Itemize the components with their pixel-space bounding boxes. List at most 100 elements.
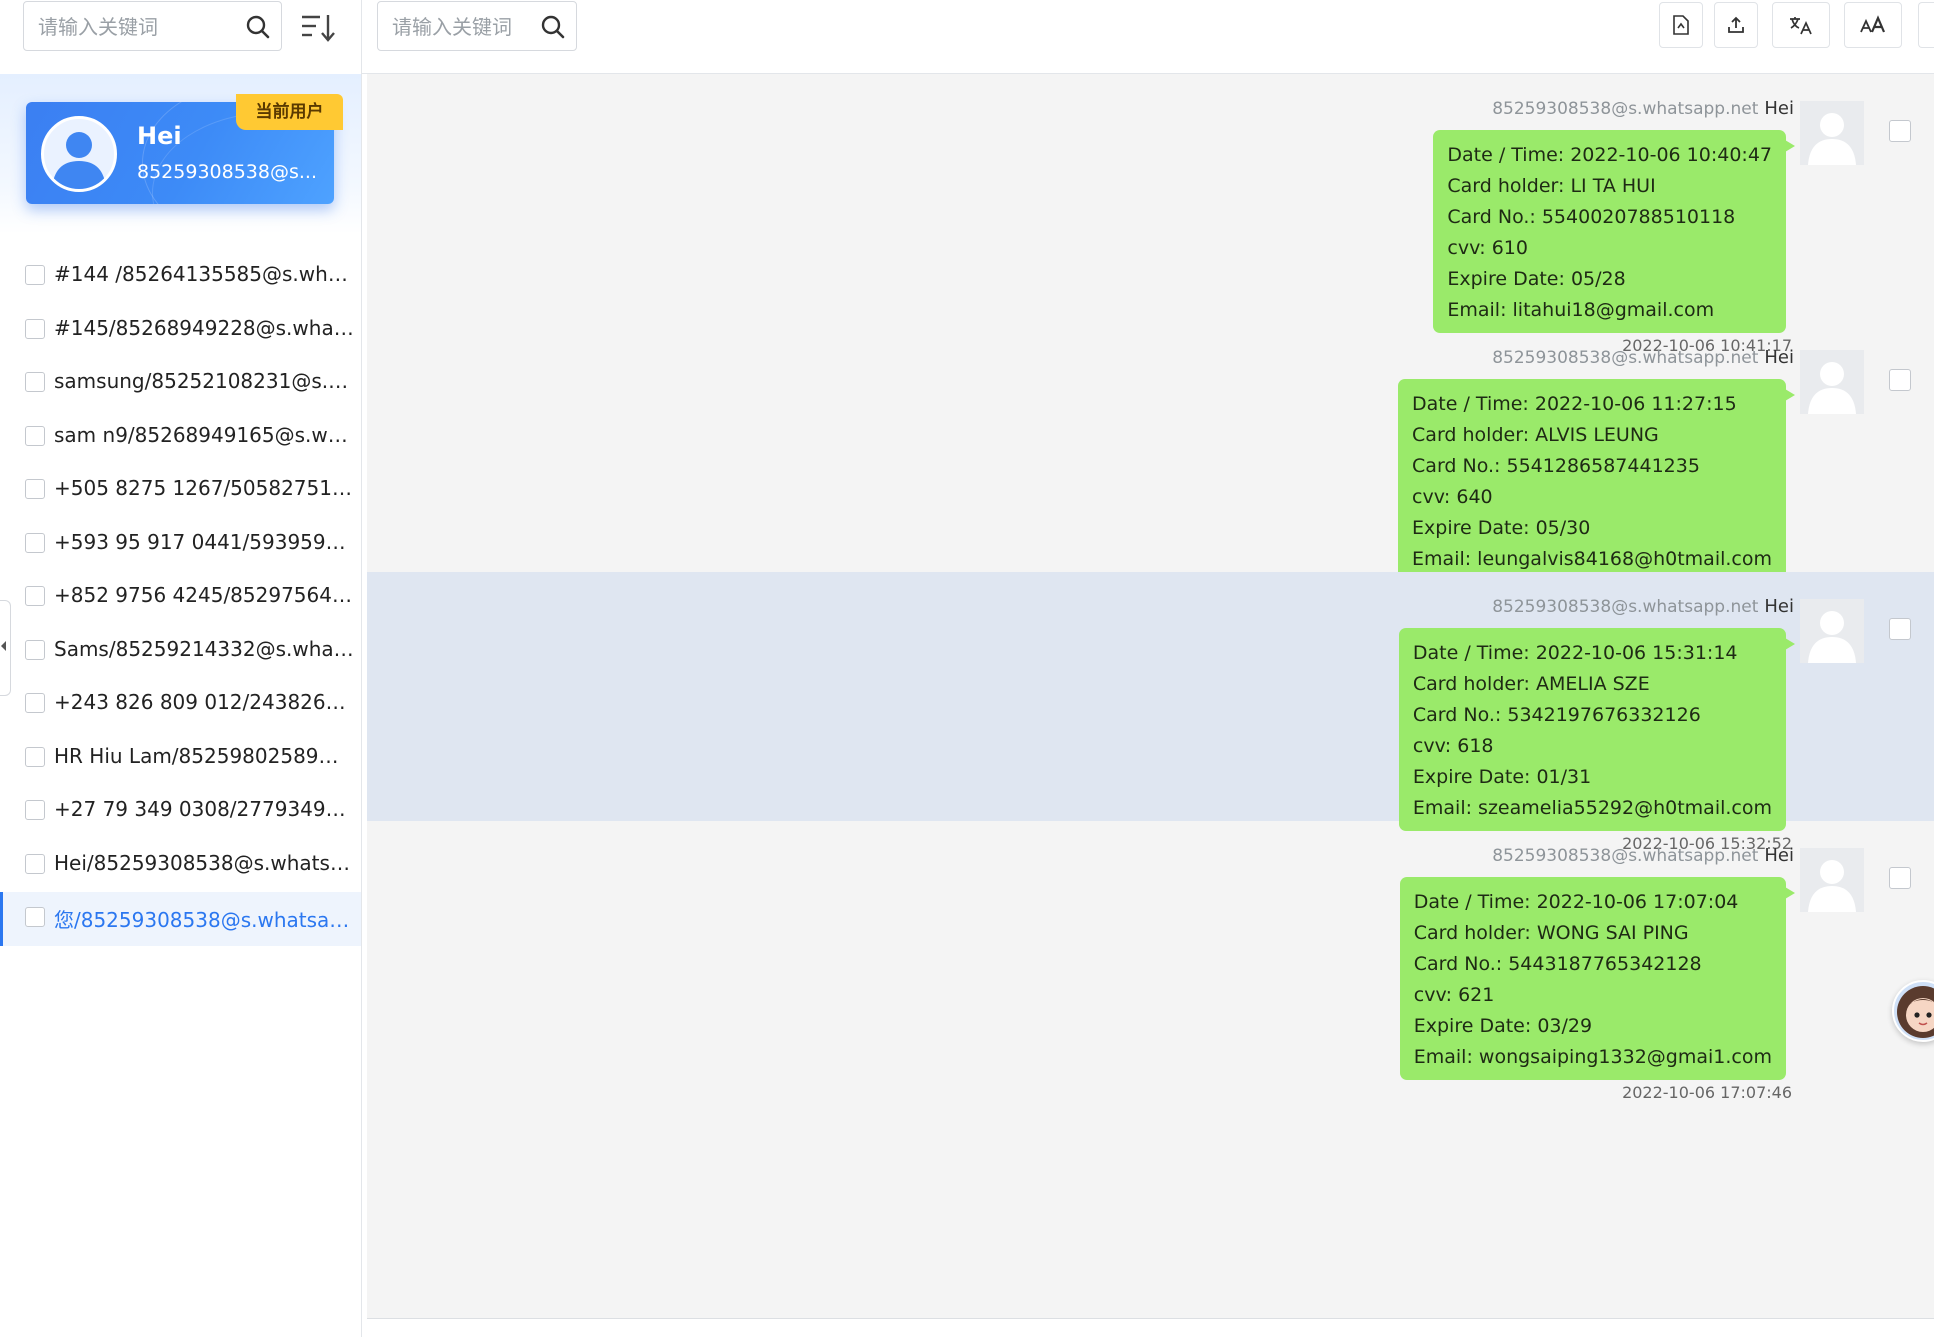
message-line: Card No.: 5342197676332126 <box>1412 704 1701 726</box>
sender-email: 85259308538@s.whatsapp.net <box>1492 348 1759 368</box>
text-size-button[interactable] <box>1844 2 1902 48</box>
message-line: Card holder: WONG SAI PING <box>1413 922 1689 944</box>
upload-icon <box>1728 16 1744 33</box>
message-checkbox[interactable] <box>1889 867 1911 889</box>
message-line: Card No.: 5541286587441235 <box>1412 455 1700 477</box>
contact-label: #145/85268949228@s.whatsapp.net <box>54 315 356 340</box>
message-bubble[interactable]: Date / Time: 2022-10-06 11:27:15 Card hol… <box>1398 379 1795 582</box>
contact-label: +852 9756 4245/85297564245@s.whatsapp.ne… <box>54 583 356 607</box>
contact-search-input[interactable] <box>36 2 240 52</box>
default-avatar-icon <box>1808 362 1856 414</box>
contact-checkbox[interactable] <box>25 639 45 660</box>
contact-item[interactable]: HR Hiu Lam/85259802589@s.whatsapp.net <box>0 732 361 786</box>
contact-checkbox[interactable] <box>25 746 45 767</box>
contact-checkbox[interactable] <box>25 372 45 392</box>
current-user-id: 85259308538@s... <box>137 161 317 183</box>
chevron-left-icon <box>1 641 6 651</box>
message-line: Card No.: 5443187765342128 <box>1413 953 1702 975</box>
message-line: Expire Date: 01/31 <box>1412 766 1592 788</box>
contact-label: sam n9/85268949165@s.whatsapp.net <box>54 422 356 447</box>
chat-message-area: 85259308538@s.whatsapp.net Hei Date / Time… <box>367 74 1934 1319</box>
contact-item[interactable]: samsung/85252108231@s.whatsapp.net <box>0 357 361 411</box>
message-line: Date / Time: 2022-10-06 10:40:47 <box>1447 144 1772 166</box>
message-sender: 85259308538@s.whatsapp.net Hei <box>1492 98 1794 119</box>
contact-item[interactable]: Hei/85259308538@s.whatsapp.net <box>0 839 361 893</box>
contact-item[interactable]: 您/85259308538@s.whatsapp.net <box>0 892 361 946</box>
contact-checkbox[interactable] <box>25 853 45 874</box>
contact-sidebar: Hei 85259308538@s... 当前用户 #144 /85264135… <box>0 0 362 1337</box>
contact-label: Hei/85259308538@s.whatsapp.net <box>54 850 356 875</box>
message-bubble[interactable]: Date / Time: 2022-10-06 10:40:47 Card hol… <box>1433 130 1795 333</box>
contact-item[interactable]: +505 8275 1267/50582751267@s.whatsapp.ne… <box>0 464 361 518</box>
chat-search-input[interactable] <box>390 2 534 52</box>
contact-label: +243 826 809 012/243826809012@s.whatsapp… <box>54 690 356 714</box>
default-avatar-icon <box>1808 611 1856 663</box>
contact-checkbox[interactable] <box>25 693 45 713</box>
message-row[interactable]: 85259308538@s.whatsapp.net Hei Date / Time… <box>367 74 1934 355</box>
search-icon[interactable] <box>540 14 566 40</box>
translate-button[interactable] <box>1772 2 1830 48</box>
default-avatar-icon <box>1808 860 1856 912</box>
contact-checkbox[interactable] <box>25 532 45 553</box>
sender-email: 85259308538@s.whatsapp.net <box>1492 597 1759 617</box>
contact-item[interactable]: sam n9/85268949165@s.whatsapp.net <box>0 411 361 465</box>
contact-item[interactable]: +243 826 809 012/243826809012@s.whatsapp… <box>0 678 361 732</box>
sender-email: 85259308538@s.whatsapp.net <box>1492 99 1759 119</box>
current-user-badge: 当前用户 <box>236 94 343 130</box>
contact-search-box <box>23 1 282 52</box>
message-checkbox[interactable] <box>1889 120 1911 142</box>
text-size-icon <box>1860 15 1886 33</box>
message-row[interactable]: 85259308538@s.whatsapp.net Hei Date / Time… <box>367 323 1934 604</box>
contact-item[interactable]: #144 /85264135585@s.whatsapp.net <box>0 250 361 304</box>
sender-avatar <box>1800 101 1864 165</box>
message-line: cvv: 610 <box>1447 237 1528 259</box>
contact-checkbox[interactable] <box>25 265 45 285</box>
contact-checkbox[interactable] <box>25 800 45 820</box>
message-row[interactable]: 85259308538@s.whatsapp.net Hei Date / Time… <box>367 572 1934 853</box>
contact-label: +505 8275 1267/50582751267@s.whatsapp.ne… <box>54 476 356 500</box>
contact-item[interactable]: Sams/85259214332@s.whatsapp.net <box>0 625 361 679</box>
translate-icon <box>1790 17 1812 35</box>
contact-checkbox[interactable] <box>25 586 45 606</box>
sender-name: Hei <box>1764 596 1794 617</box>
search-icon[interactable] <box>245 14 271 40</box>
current-user-name: Hei <box>137 122 182 150</box>
person-icon <box>52 132 106 189</box>
upload-button[interactable] <box>1714 2 1758 48</box>
message-line: Email: szeamelia55292@h0tmail.com <box>1412 797 1772 819</box>
message-line: Email: wongsaiping1332@gmai1.com <box>1413 1046 1772 1068</box>
message-line: Card holder: AMELIA SZE <box>1412 673 1650 695</box>
message-bubble[interactable]: Date / Time: 2022-10-06 17:07:04 Card hol… <box>1399 877 1796 1080</box>
message-bubble[interactable]: Date / Time: 2022-10-06 15:31:14 Card hol… <box>1398 628 1796 831</box>
message-line: Expire Date: 05/30 <box>1412 517 1591 539</box>
contact-checkbox[interactable] <box>25 907 45 927</box>
contact-item[interactable]: +593 95 917 0441/593959170441@s.whatsapp… <box>0 518 361 572</box>
collapse-sidebar-handle[interactable] <box>0 600 11 696</box>
chat-toolbar <box>362 0 1934 74</box>
contact-item[interactable]: +27 79 349 0308/27793490308@s.whatsapp.n… <box>0 785 361 839</box>
contact-item[interactable]: #145/85268949228@s.whatsapp.net <box>0 304 361 358</box>
contact-item[interactable]: +852 9756 4245/85297564245@s.whatsapp.ne… <box>0 571 361 625</box>
contact-checkbox[interactable] <box>25 318 45 339</box>
export-pdf-button[interactable] <box>1659 2 1703 48</box>
message-line: Date / Time: 2022-10-06 17:07:04 <box>1413 891 1739 913</box>
more-options-button[interactable] <box>1918 2 1934 48</box>
message-line: Card holder: ALVIS LEUNG <box>1412 424 1659 446</box>
default-avatar-icon <box>1808 113 1856 165</box>
message-line: cvv: 618 <box>1412 735 1494 757</box>
contact-checkbox[interactable] <box>25 479 45 499</box>
message-line: cvv: 621 <box>1413 984 1495 1006</box>
sender-avatar <box>1800 350 1864 414</box>
contact-list: #144 /85264135585@s.whatsapp.net #145/852… <box>0 250 361 946</box>
message-row[interactable]: 85259308538@s.whatsapp.net Hei Date / Time… <box>367 821 1934 1102</box>
contact-label: +27 79 349 0308/27793490308@s.whatsapp.n… <box>54 797 356 821</box>
sender-name: Hei <box>1764 98 1794 119</box>
sort-icon[interactable] <box>300 12 336 44</box>
contact-checkbox[interactable] <box>25 425 45 446</box>
sender-avatar <box>1800 599 1864 663</box>
message-checkbox[interactable] <box>1889 618 1911 640</box>
message-checkbox[interactable] <box>1889 369 1911 391</box>
message-sender: 85259308538@s.whatsapp.net Hei <box>1492 347 1794 368</box>
sender-name: Hei <box>1764 347 1794 368</box>
sender-email: 85259308538@s.whatsapp.net <box>1492 846 1759 866</box>
